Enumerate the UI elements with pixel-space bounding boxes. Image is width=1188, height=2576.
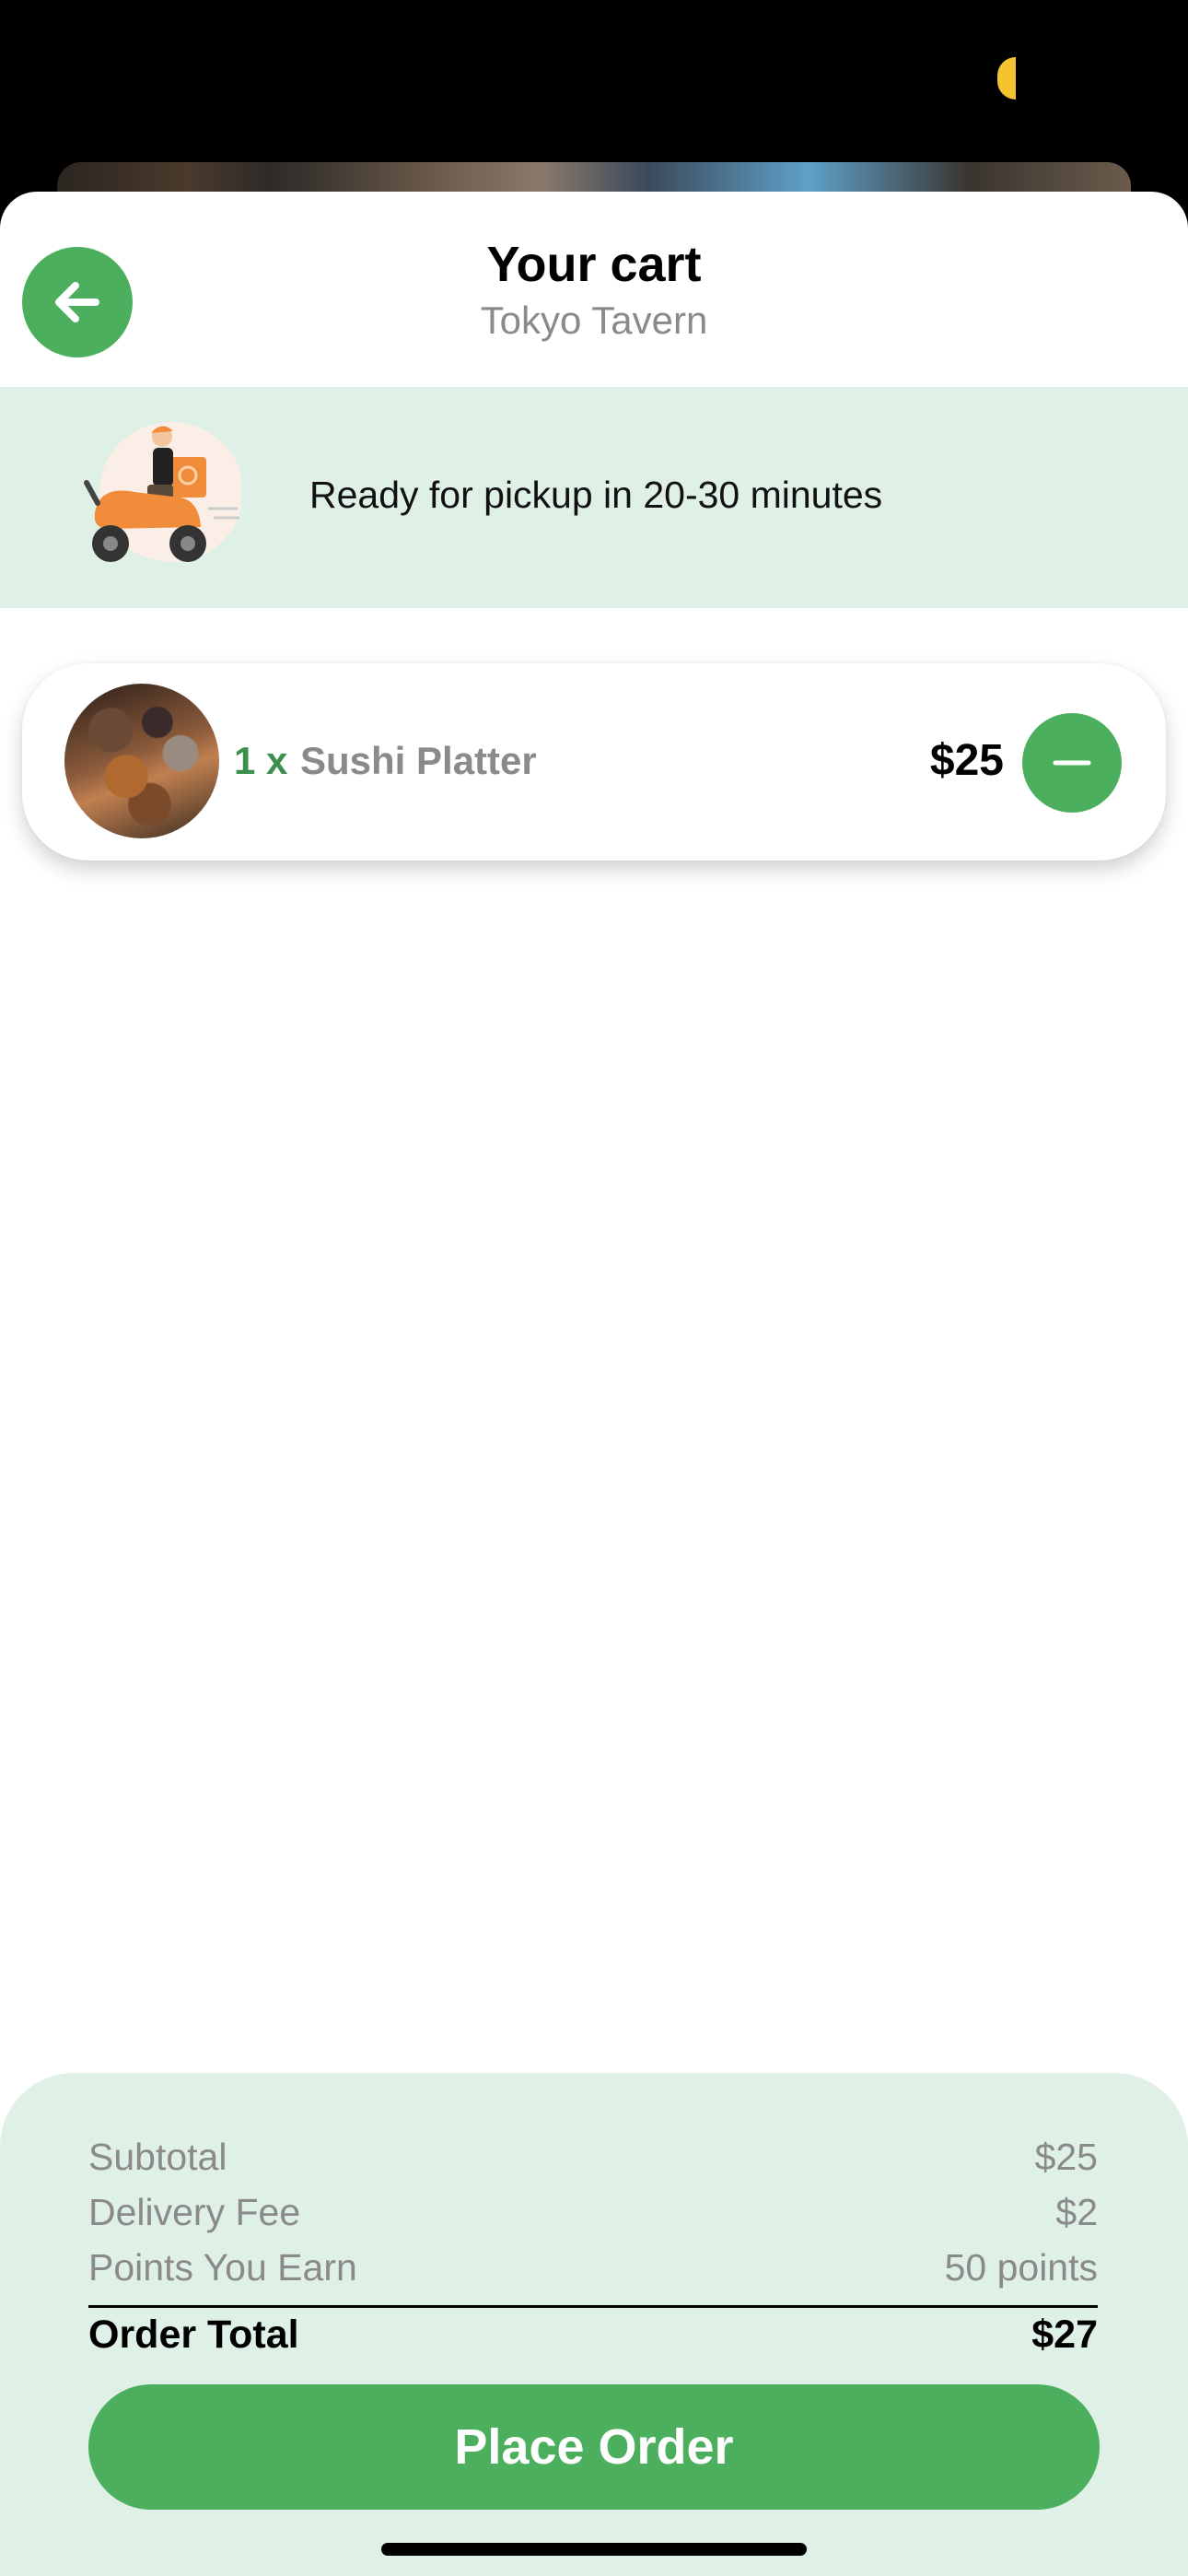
remove-item-button[interactable] <box>1022 713 1122 813</box>
page-title: Your cart <box>486 237 702 292</box>
subtotal-value: $25 <box>1034 2136 1098 2178</box>
pickup-time-message: Ready for pickup in 20-30 minutes <box>309 474 883 516</box>
home-indicator <box>381 2543 807 2556</box>
item-name: Sushi Platter <box>300 739 537 782</box>
delivery-fee-value: $2 <box>1055 2191 1098 2233</box>
item-price: $25 <box>929 736 1004 785</box>
pickup-banner: Ready for pickup in 20-30 minutes <box>0 387 1188 608</box>
place-order-button[interactable]: Place Order <box>88 2384 1100 2510</box>
cart-item: 1 x Sushi Platter $25 <box>22 663 1166 861</box>
minus-icon <box>1053 760 1091 766</box>
subtotal-label: Subtotal <box>88 2136 227 2178</box>
order-total-label: Order Total <box>88 2313 299 2357</box>
subtotal-row: Subtotal $25 <box>88 2136 1098 2179</box>
delivery-scooter-icon <box>84 422 241 562</box>
summary-divider <box>88 2305 1098 2308</box>
points-value: 50 points <box>944 2246 1098 2289</box>
delivery-fee-row: Delivery Fee $2 <box>88 2191 1098 2234</box>
status-indicator-icon <box>997 57 1016 100</box>
delivery-fee-label: Delivery Fee <box>88 2191 301 2233</box>
item-quantity: 1 x <box>234 739 288 782</box>
points-row: Points You Earn 50 points <box>88 2246 1098 2289</box>
order-summary: Subtotal $25 Delivery Fee $2 Points You … <box>0 2073 1188 2576</box>
cart-sheet: Your cart Tokyo Tavern Ready for pickup … <box>0 192 1188 2576</box>
order-total-row: Order Total $27 <box>88 2313 1098 2358</box>
points-label: Points You Earn <box>88 2246 357 2289</box>
restaurant-name: Tokyo Tavern <box>480 299 708 342</box>
order-total-value: $27 <box>1031 2313 1098 2357</box>
item-thumbnail <box>64 684 219 838</box>
